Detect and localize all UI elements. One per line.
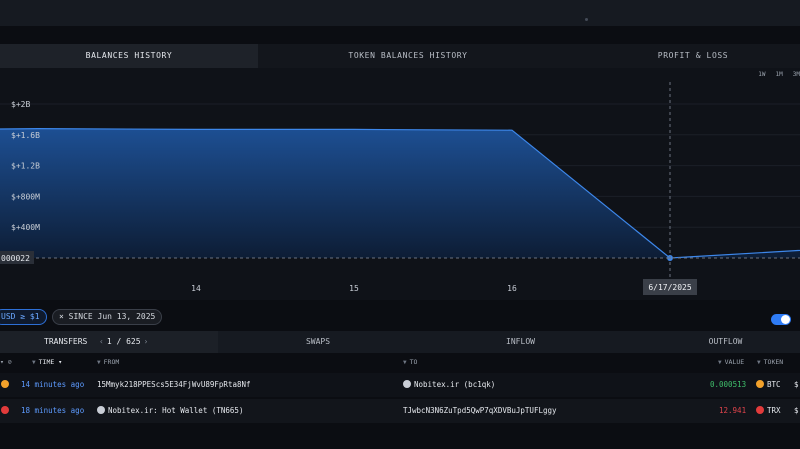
- row-token[interactable]: TRX: [756, 406, 781, 415]
- balance-chart[interactable]: $+2B $+1.6B $+1.2B $+800M $+400M 000022 14 15 16…: [0, 68, 800, 300]
- chevron-right-icon[interactable]: ›: [141, 337, 152, 346]
- tab-balances-history[interactable]: BALANCES HISTORY: [0, 44, 258, 68]
- row-token-label: BTC: [767, 380, 781, 389]
- col-to[interactable]: ▼ TO: [403, 358, 417, 366]
- col-token[interactable]: ▼ TOKEN: [757, 358, 783, 366]
- col-to-label: TO: [409, 358, 418, 366]
- tab-swaps[interactable]: SWAPS: [218, 331, 418, 353]
- filter-icon: ▼: [97, 359, 101, 366]
- table-row[interactable]: 14 minutes ago 15Mmyk218PPEScs5E34FjWvU8…: [0, 373, 800, 397]
- col-value[interactable]: ▼ VALUE: [718, 358, 744, 366]
- row-usd: $: [794, 380, 799, 389]
- tab-transfers-label: TRANSFERS: [44, 337, 88, 346]
- pager-text: 1 / 625: [106, 337, 141, 346]
- entity-icon: [403, 380, 411, 388]
- tab-token-balances-history[interactable]: TOKEN BALANCES HISTORY: [258, 44, 558, 68]
- x-tick-label: 15: [349, 284, 359, 293]
- chart-tabs: BALANCES HISTORY TOKEN BALANCES HISTORY …: [0, 44, 800, 68]
- outflow-icon: [1, 406, 12, 415]
- row-time[interactable]: 18 minutes ago: [21, 406, 84, 415]
- x-tick-label: 14: [191, 284, 201, 293]
- row-token[interactable]: BTC: [756, 380, 781, 389]
- row-to[interactable]: TJwbcN3N6ZuTpd5QwP7qXDVBuJpTUFLggy: [403, 406, 557, 415]
- y-tick-label: $+1.2B: [11, 162, 40, 171]
- toggle-switch[interactable]: [771, 314, 791, 325]
- inflow-icon: [1, 380, 12, 389]
- crosshair-date-label: 6/17/2025: [648, 283, 692, 292]
- filter-icon[interactable]: ▾ ⊘: [0, 358, 12, 366]
- table-header: ▾ ⊘ ▼ TIME ▾ ▼ FROM ▼ TO ▼ VALUE ▼ TOKEN: [0, 354, 800, 370]
- usd-filter-chip[interactable]: USD ≥ $1: [0, 309, 47, 325]
- x-tick-label: 16: [507, 284, 517, 293]
- col-value-label: VALUE: [724, 358, 745, 366]
- status-dot: [585, 18, 588, 21]
- entity-icon: [97, 406, 105, 414]
- col-token-label: TOKEN: [763, 358, 784, 366]
- row-time[interactable]: 14 minutes ago: [21, 380, 84, 389]
- trx-icon: [756, 406, 764, 414]
- tab-inflow[interactable]: INFLOW: [418, 331, 623, 353]
- col-time[interactable]: ▼ TIME ▾: [32, 358, 62, 366]
- tab-outflow[interactable]: OUTFLOW: [623, 331, 800, 353]
- col-from[interactable]: ▼ FROM: [97, 358, 119, 366]
- toggle-knob: [781, 315, 790, 324]
- y-tick-label: $+2B: [11, 100, 30, 109]
- crosshair-value-label: 000022: [1, 254, 30, 263]
- pager: ‹ 1 / 625 ›: [96, 331, 151, 353]
- filter-icon: ▼: [403, 359, 407, 366]
- chevron-left-icon[interactable]: ‹: [96, 337, 107, 346]
- col-from-label: FROM: [103, 358, 120, 366]
- row-to-label: Nobitex.ir (bc1qk): [414, 380, 496, 389]
- row-from[interactable]: Nobitex.ir: Hot Wallet (TN665): [97, 406, 243, 415]
- row-to[interactable]: Nobitex.ir (bc1qk): [403, 380, 495, 389]
- since-filter-chip[interactable]: × SINCE Jun 13, 2025: [52, 309, 163, 325]
- filter-icon: ▼: [32, 359, 36, 366]
- table-row[interactable]: 18 minutes ago Nobitex.ir: Hot Wallet (T…: [0, 399, 800, 423]
- top-bar: [0, 0, 800, 26]
- y-tick-label: $+800M: [11, 192, 40, 201]
- series-area: [0, 128, 800, 258]
- row-value: 0.000513: [710, 380, 747, 389]
- filter-icon: ▼: [718, 359, 722, 366]
- col-time-label: TIME: [38, 358, 55, 366]
- filter-icon: ▼: [757, 359, 761, 366]
- row-from[interactable]: 15Mmyk218PPEScs5E34FjWvU89FpRta8Nf: [97, 380, 251, 389]
- y-tick-label: $+400M: [11, 223, 40, 232]
- tab-profit-loss[interactable]: PROFIT & LOSS: [558, 44, 800, 68]
- btc-icon: [756, 380, 764, 388]
- row-usd: $: [794, 406, 799, 415]
- row-token-label: TRX: [767, 406, 781, 415]
- transfer-tabs: TRANSFERS ‹ 1 / 625 › SWAPS INFLOW OUTFLOW: [0, 331, 800, 353]
- y-tick-label: $+1.6B: [11, 131, 40, 140]
- row-from-label: Nobitex.ir: Hot Wallet (TN665): [108, 406, 244, 415]
- row-value: 12.941: [719, 406, 747, 415]
